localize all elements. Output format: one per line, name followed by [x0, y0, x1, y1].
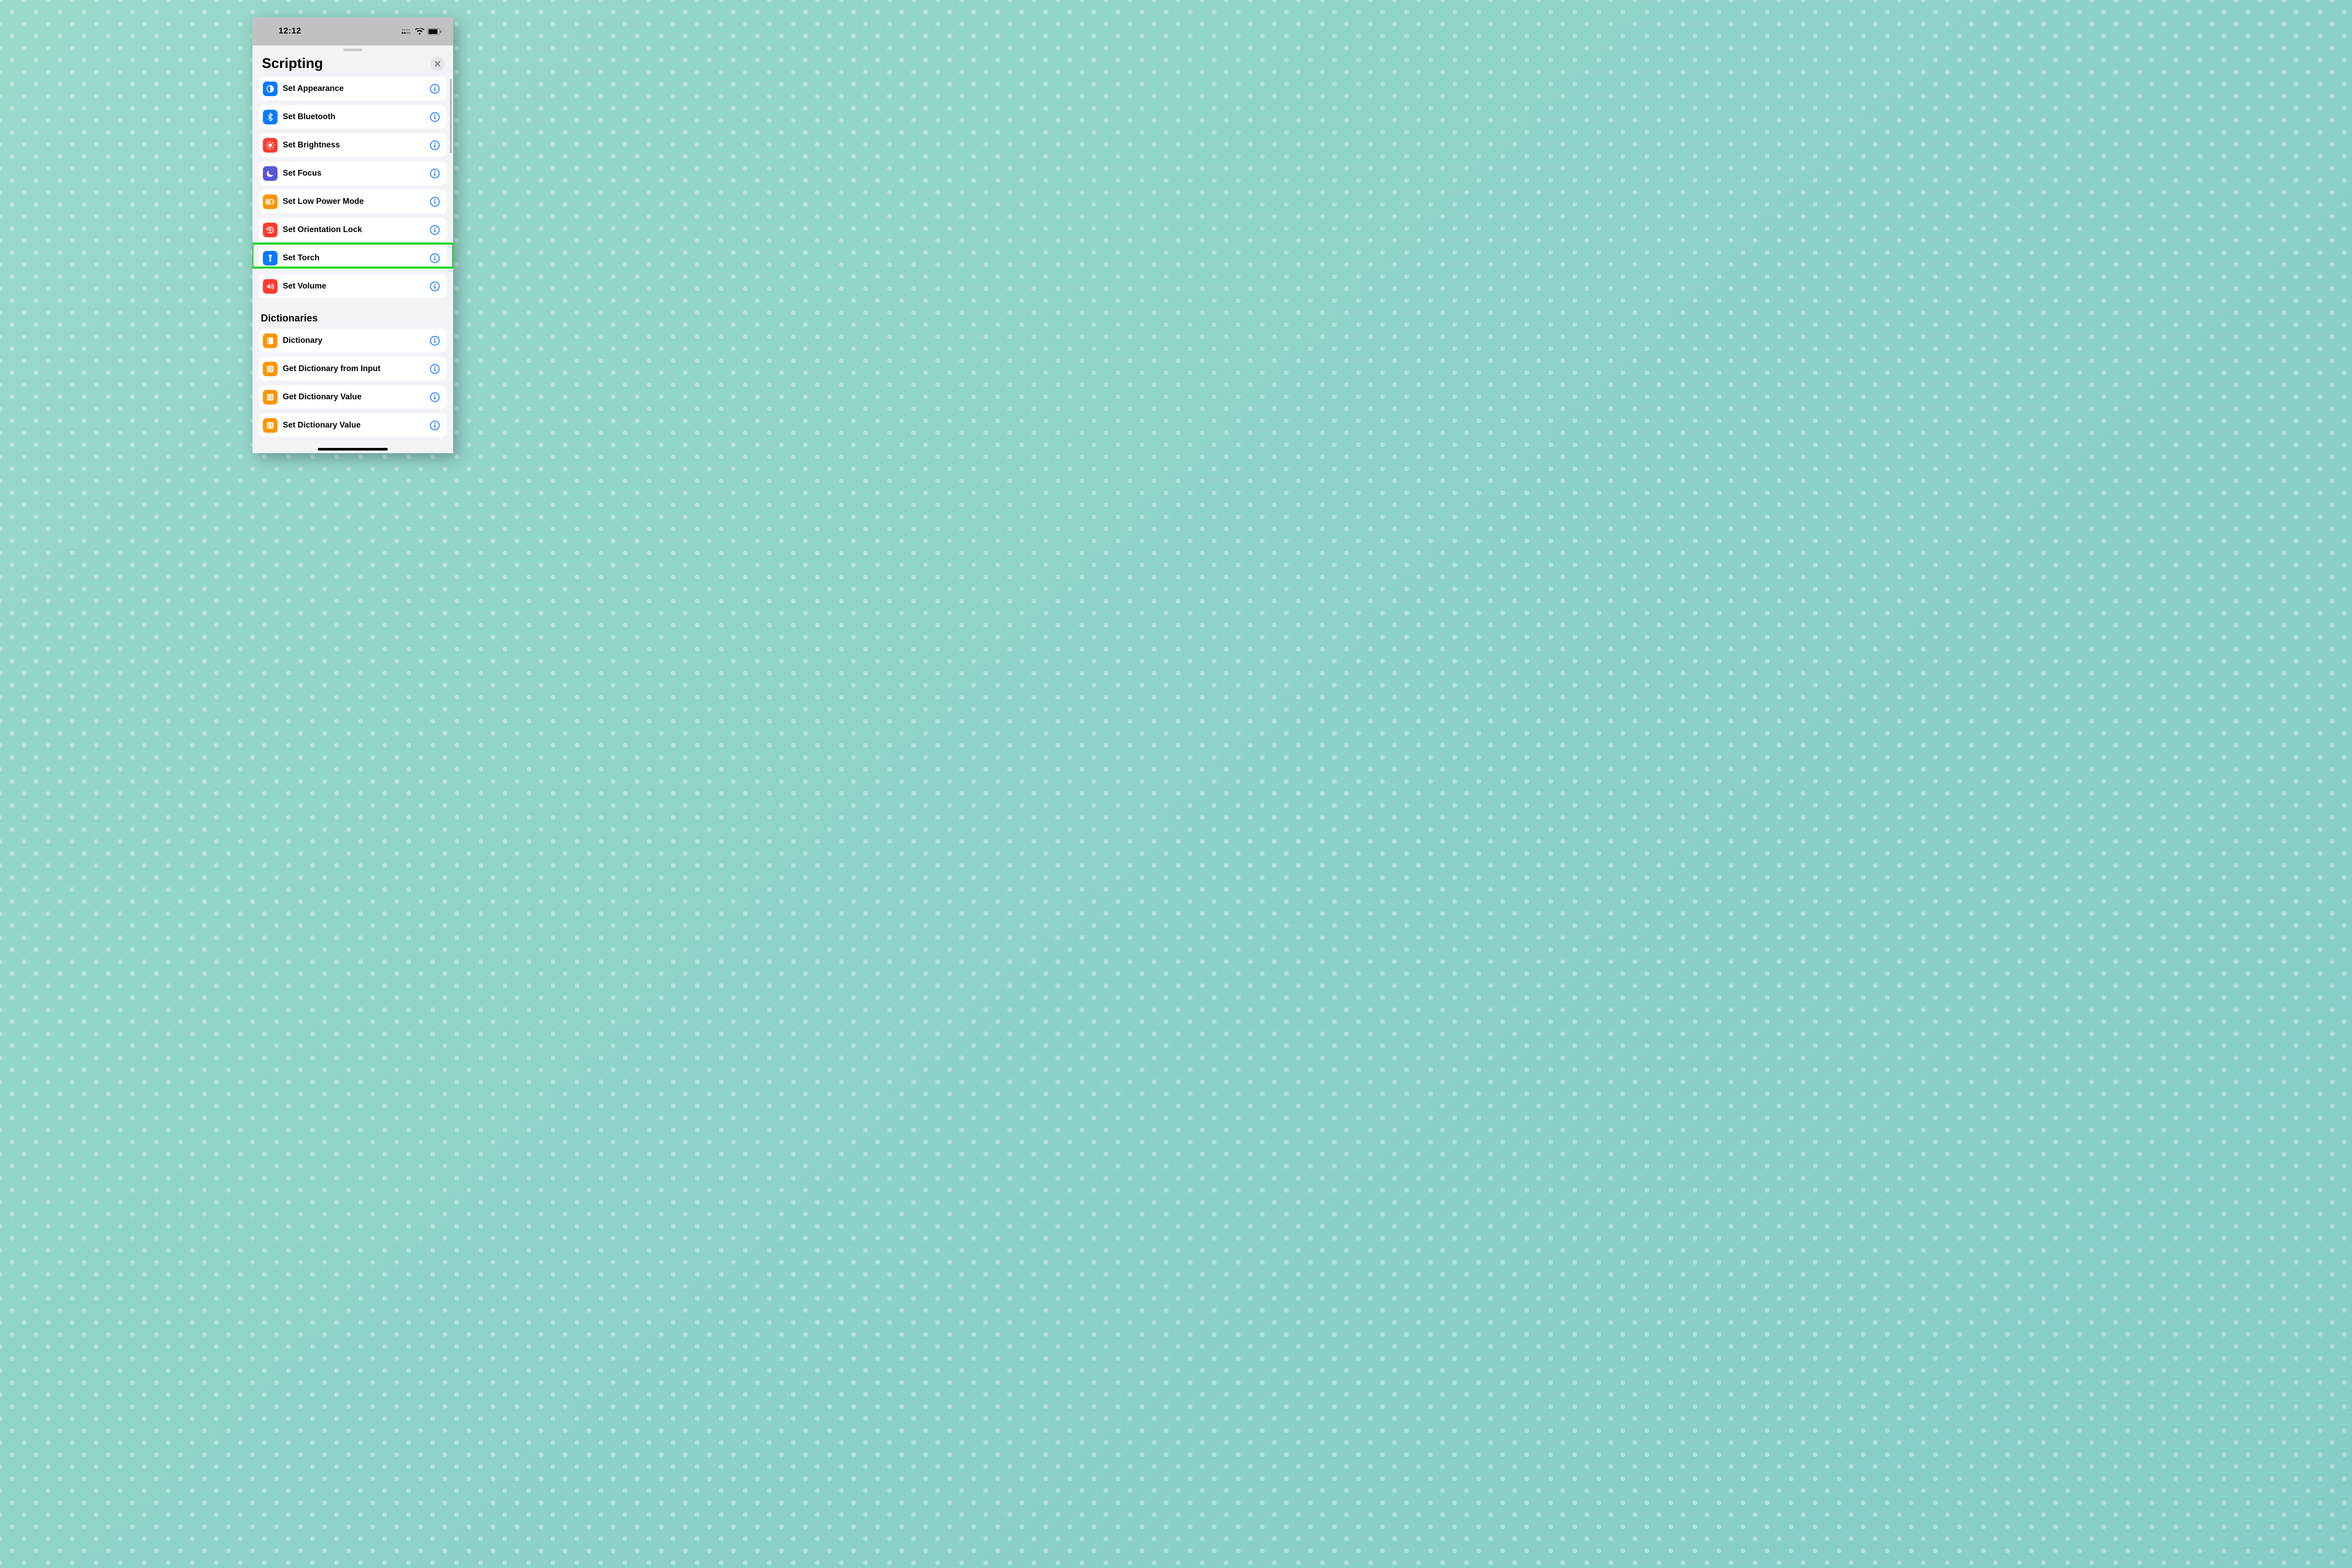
scroll-indicator	[450, 79, 452, 153]
action-label: Get Dictionary from Input	[283, 364, 429, 374]
volume-icon	[263, 279, 278, 294]
action-get-dictionary-value[interactable]: Get Dictionary Value	[259, 385, 447, 409]
action-get-dictionary-from-input[interactable]: Get Dictionary from Input	[259, 357, 447, 381]
info-icon	[430, 364, 440, 374]
info-button[interactable]	[429, 196, 441, 207]
torch-icon	[263, 251, 278, 266]
info-button[interactable]	[429, 252, 441, 264]
action-label: Set Low Power Mode	[283, 197, 429, 206]
info-icon	[430, 197, 440, 207]
orientation-lock-icon	[263, 223, 278, 237]
action-set-dictionary-value[interactable]: Set Dictionary Value	[259, 413, 447, 437]
info-button[interactable]	[429, 420, 441, 431]
dual-sim-icon	[401, 28, 412, 34]
action-label: Set Volume	[283, 282, 429, 291]
info-icon	[430, 112, 440, 122]
action-set-brightness[interactable]: Set Brightness	[259, 133, 447, 157]
bluetooth-icon	[263, 110, 278, 124]
action-dictionary[interactable]: Dictionary	[259, 329, 447, 352]
action-label: Set Orientation Lock	[283, 225, 429, 235]
info-icon	[430, 420, 440, 431]
info-button[interactable]	[429, 363, 441, 375]
sheet: Scripting Set Appearance	[252, 45, 453, 453]
battery-icon	[428, 28, 442, 35]
info-button[interactable]	[429, 83, 441, 95]
info-icon	[430, 84, 440, 94]
info-icon	[430, 336, 440, 346]
home-indicator[interactable]	[318, 448, 388, 451]
action-label: Set Brightness	[283, 141, 429, 150]
close-button[interactable]	[430, 56, 445, 71]
dict-braces-icon	[263, 362, 278, 376]
sheet-grabber[interactable]	[343, 49, 362, 51]
action-label: Set Torch	[283, 253, 429, 263]
phone-frame: 12:12	[252, 17, 453, 453]
info-icon	[430, 392, 440, 402]
info-icon	[430, 253, 440, 263]
action-label: Set Focus	[283, 169, 429, 178]
action-label: Get Dictionary Value	[283, 393, 429, 402]
info-icon	[430, 225, 440, 235]
wifi-icon	[415, 28, 424, 35]
section-header-dictionaries: Dictionaries	[259, 303, 447, 329]
action-set-volume[interactable]: Set Volume	[259, 274, 447, 298]
action-set-torch[interactable]: Set Torch	[259, 246, 447, 270]
brightness-icon	[263, 138, 278, 153]
action-label: Dictionary	[283, 336, 429, 345]
action-label: Set Appearance	[283, 84, 429, 94]
info-button[interactable]	[429, 168, 441, 179]
status-icons	[401, 28, 442, 35]
status-time: 12:12	[279, 27, 301, 36]
actions-scroller[interactable]: Set Appearance Set Bluetooth	[252, 76, 453, 453]
action-label: Set Dictionary Value	[283, 421, 429, 430]
action-set-appearance[interactable]: Set Appearance	[259, 77, 447, 100]
appearance-icon	[263, 82, 278, 96]
info-button[interactable]	[429, 111, 441, 123]
sheet-title: Scripting	[262, 55, 323, 72]
action-label: Set Bluetooth	[283, 112, 429, 122]
action-set-orientation-lock[interactable]: Set Orientation Lock	[259, 218, 447, 241]
status-bar: 12:12	[252, 17, 453, 45]
info-button[interactable]	[429, 281, 441, 292]
info-button[interactable]	[429, 140, 441, 151]
action-set-low-power-mode[interactable]: Set Low Power Mode	[259, 190, 447, 213]
close-icon	[434, 61, 441, 67]
info-icon	[430, 140, 440, 151]
info-icon	[430, 281, 440, 292]
dict-braces-icon	[263, 390, 278, 405]
info-icon	[430, 168, 440, 179]
moon-icon	[263, 166, 278, 181]
info-button[interactable]	[429, 391, 441, 403]
info-button[interactable]	[429, 224, 441, 236]
low-power-icon	[263, 194, 278, 209]
action-set-bluetooth[interactable]: Set Bluetooth	[259, 105, 447, 129]
book-icon	[263, 333, 278, 348]
info-button[interactable]	[429, 335, 441, 347]
dict-braces-icon	[263, 418, 278, 433]
action-set-focus[interactable]: Set Focus	[259, 162, 447, 185]
